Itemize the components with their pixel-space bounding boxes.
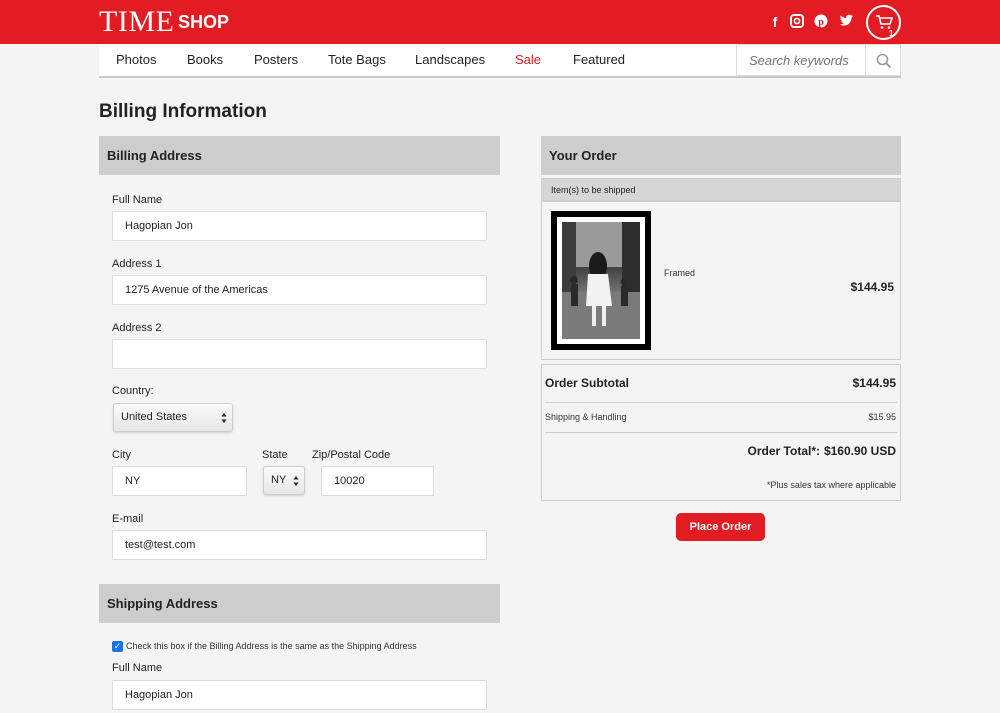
zip-label: Zip/Postal Code <box>312 449 391 461</box>
zip-field[interactable]: 10020 <box>321 466 434 496</box>
address2-label: Address 2 <box>112 322 162 334</box>
product-image[interactable] <box>551 211 651 350</box>
page-title: Billing Information <box>99 101 267 122</box>
address2-field[interactable] <box>112 339 487 369</box>
select-arrows-icon <box>221 413 227 423</box>
order-total-value: $160.90 USD <box>823 444 896 458</box>
nav-item-featured[interactable]: Featured <box>573 52 625 67</box>
time-logo[interactable]: TIME <box>99 7 174 37</box>
search-icon <box>876 53 892 69</box>
product-matte <box>557 217 645 344</box>
nav-item-posters[interactable]: Posters <box>254 52 298 67</box>
state-select[interactable]: NY <box>263 466 305 495</box>
nav-item-books[interactable]: Books <box>187 52 223 67</box>
svg-text:p: p <box>818 17 824 28</box>
kiss-photo-illustration <box>562 222 640 339</box>
nav-item-tote-bags[interactable]: Tote Bags <box>328 52 386 67</box>
shipping-handling-label: Shipping & Handling <box>545 412 627 422</box>
nav-item-photos[interactable]: Photos <box>116 52 156 67</box>
summary-divider <box>545 432 897 433</box>
twitter-icon[interactable] <box>838 14 854 30</box>
subtotal-value: $144.95 <box>852 376 896 390</box>
cart-count-badge: 1 <box>889 29 894 38</box>
shop-logo-label[interactable]: SHOP <box>178 12 229 32</box>
cart-button[interactable]: 1 <box>866 5 901 40</box>
item-price: $144.95 <box>850 280 894 294</box>
nav-item-landscapes[interactable]: Landscapes <box>415 52 485 67</box>
billing-address-header: Billing Address <box>99 136 500 175</box>
facebook-icon[interactable]: f <box>767 14 783 30</box>
tax-note: *Plus sales tax where applicable <box>766 480 896 490</box>
product-photo <box>562 222 640 339</box>
country-select[interactable]: United States <box>113 403 233 432</box>
email-label: E-mail <box>112 513 144 525</box>
pinterest-icon[interactable]: p <box>813 14 829 30</box>
items-to-ship-header: Item(s) to be shipped <box>541 178 901 201</box>
state-label: State <box>262 449 288 461</box>
shipping-full-name-label: Full Name <box>112 662 163 674</box>
address1-label: Address 1 <box>112 258 162 270</box>
city-label: City <box>112 449 131 461</box>
same-address-label: Check this box if the Billing Address is… <box>126 641 417 651</box>
nav-item-sale[interactable]: Sale <box>515 52 541 67</box>
country-select-value: United States <box>121 411 188 423</box>
your-order-header: Your Order <box>541 136 901 175</box>
email-field[interactable]: test@test.com <box>112 530 487 560</box>
summary-divider <box>545 402 897 403</box>
country-label: Country: <box>112 385 154 397</box>
full-name-field[interactable]: Hagopian Jon <box>112 211 487 241</box>
search-button[interactable] <box>865 44 901 76</box>
search-input[interactable] <box>736 44 866 76</box>
select-arrows-icon <box>293 476 299 486</box>
item-option-label: Framed <box>664 268 696 278</box>
full-name-label: Full Name <box>112 194 163 206</box>
address1-field[interactable]: 1275 Avenue of the Americas <box>112 275 487 305</box>
order-total-label: Order Total*: <box>747 444 820 458</box>
shipping-address-header: Shipping Address <box>99 584 500 623</box>
same-address-checkbox[interactable]: ✓ <box>112 641 123 652</box>
cart-icon <box>876 15 893 29</box>
city-field[interactable]: NY <box>112 466 247 496</box>
shipping-handling-value: $15.95 <box>868 412 896 422</box>
subtotal-label: Order Subtotal <box>545 376 630 390</box>
state-select-value: NY <box>271 474 287 486</box>
instagram-icon[interactable] <box>789 14 805 30</box>
shipping-full-name-field[interactable]: Hagopian Jon <box>112 680 487 710</box>
place-order-button[interactable]: Place Order <box>676 513 765 541</box>
